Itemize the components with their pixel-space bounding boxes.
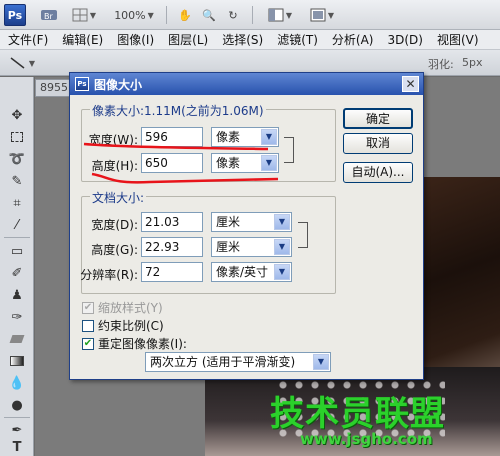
watermark-url: www.jsgho.com: [300, 430, 433, 448]
annotation-underline-1: [83, 142, 269, 151]
watermark-text: 技术员联盟: [270, 394, 445, 434]
annotation-underline-2: [91, 172, 279, 184]
